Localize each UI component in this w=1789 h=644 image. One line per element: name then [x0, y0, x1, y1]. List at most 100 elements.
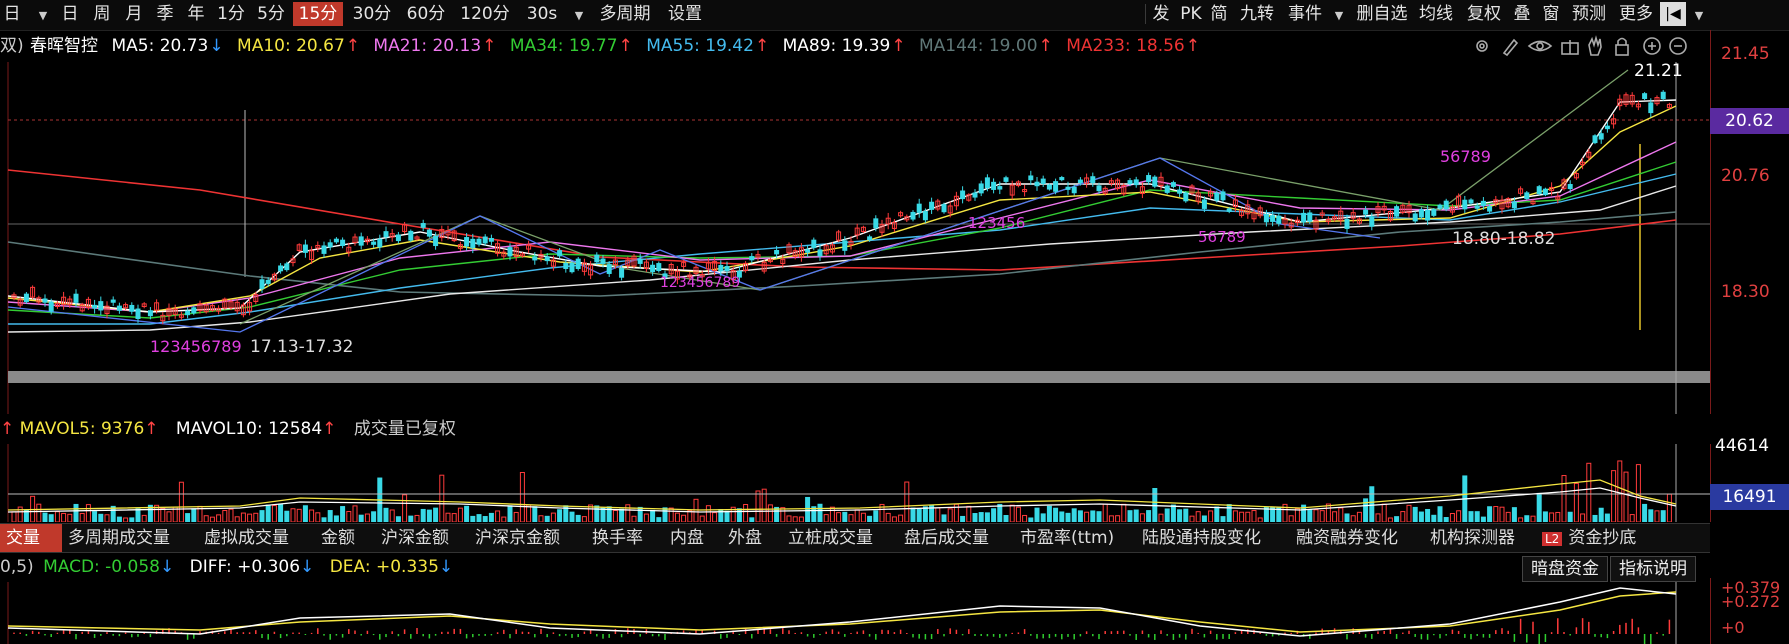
- candle: [991, 181, 997, 190]
- macd-value: MACD: -0.058: [43, 557, 160, 577]
- volume-bar: [73, 503, 79, 522]
- volume-bar: [1170, 504, 1176, 522]
- tab-l2-bottom-fishing[interactable]: L2 资金抄底: [1542, 524, 1636, 552]
- tab-sh-sz-amount[interactable]: 沪深金额: [381, 524, 449, 552]
- volume-bar: [1189, 515, 1195, 522]
- period-year-button[interactable]: 年: [182, 2, 210, 26]
- event-button[interactable]: 事件: [1282, 2, 1328, 26]
- volume-bar: [209, 516, 215, 522]
- period-day2-button[interactable]: 日: [56, 2, 84, 26]
- volume-chart[interactable]: [0, 444, 1710, 522]
- volume-bar: [904, 481, 910, 522]
- candle: [873, 218, 879, 229]
- ma5-label: MA5: 20.73: [111, 36, 209, 56]
- period-5min-button[interactable]: 5分: [253, 2, 289, 26]
- more-button[interactable]: 更多: [1614, 2, 1658, 26]
- volume-bar: [1598, 507, 1604, 522]
- period-dropdown-button[interactable]: ▼: [570, 2, 588, 26]
- multi-period-button[interactable]: 多周期: [592, 2, 658, 26]
- candlestick-chart[interactable]: 123456789 123456789 123456 56789 56789 2…: [0, 62, 1710, 414]
- remove-watchlist-button[interactable]: 删自选: [1352, 2, 1412, 26]
- volume-bar: [402, 494, 408, 522]
- candle: [569, 262, 575, 273]
- volume-bar: [61, 512, 67, 522]
- candle: [960, 190, 966, 200]
- volume-bar: [538, 515, 544, 522]
- period-week-button[interactable]: 周: [88, 2, 116, 26]
- tab-outer[interactable]: 外盘: [728, 524, 762, 552]
- tab-volume[interactable]: 交量: [0, 524, 62, 552]
- candle: [1096, 185, 1102, 192]
- period-day-button[interactable]: 日: [0, 2, 24, 26]
- volume-bar: [1381, 503, 1387, 522]
- dark-pool-funds-button[interactable]: 暗盘资金: [1522, 556, 1608, 582]
- period-15min-button[interactable]: 15分: [293, 2, 343, 26]
- period-60min-button[interactable]: 60分: [401, 2, 451, 26]
- tab-multi-period-volume[interactable]: 多周期成交量: [68, 524, 170, 552]
- tab-margin-change[interactable]: 融资融券变化: [1296, 524, 1398, 552]
- adjust-button[interactable]: 复权: [1462, 2, 1506, 26]
- collapse-dropdown-button[interactable]: ▼: [1690, 2, 1708, 26]
- window-button[interactable]: 窗: [1538, 2, 1564, 26]
- stock-name[interactable]: 春晖智控: [30, 36, 98, 56]
- collapse-left-icon[interactable]: |◀: [1660, 2, 1686, 26]
- simple-button[interactable]: 简: [1206, 2, 1232, 26]
- settings-button[interactable]: 设置: [662, 2, 708, 26]
- eye-icon[interactable]: [1527, 40, 1553, 52]
- tab-virtual-volume[interactable]: 虚拟成交量: [204, 524, 289, 552]
- tab-institution-detector[interactable]: 机构探测器: [1430, 524, 1515, 552]
- diff-line: [7, 587, 1677, 637]
- candle: [135, 308, 141, 319]
- volume-bar: [873, 510, 879, 522]
- candle: [1034, 181, 1040, 187]
- ma21-label: MA21: 20.13: [373, 36, 482, 56]
- tab-pile-volume[interactable]: 立桩成交量: [788, 524, 873, 552]
- tab-after-hours-volume[interactable]: 盘后成交量: [904, 524, 989, 552]
- volume-bar: [960, 515, 966, 522]
- toolbar-divider: [1145, 4, 1146, 24]
- zoom-out-icon[interactable]: [1669, 37, 1687, 55]
- event-dropdown-button[interactable]: ▼: [1330, 2, 1348, 26]
- tab-inner[interactable]: 内盘: [670, 524, 704, 552]
- ma-button[interactable]: 均线: [1414, 2, 1458, 26]
- period-quarter-button[interactable]: 季: [151, 2, 179, 26]
- volume-bar: [1518, 517, 1524, 522]
- tab-hk-connect-holding[interactable]: 陆股通持股变化: [1142, 524, 1261, 552]
- zoom-in-icon[interactable]: [1643, 37, 1661, 55]
- period-120min-button[interactable]: 120分: [455, 2, 515, 26]
- period-30min-button[interactable]: 30分: [347, 2, 397, 26]
- chart-tools: [1476, 35, 1687, 57]
- forecast-button[interactable]: 预测: [1567, 2, 1611, 26]
- tab-turnover[interactable]: 换手率: [592, 524, 643, 552]
- period-30s-button[interactable]: 30s: [520, 2, 564, 26]
- volume-bar: [550, 512, 556, 522]
- gear-icon[interactable]: [1476, 40, 1488, 52]
- tab-sh-sz-bj-amount[interactable]: 沪深京金额: [475, 524, 560, 552]
- candle: [1133, 179, 1139, 186]
- period-1min-button[interactable]: 1分: [213, 2, 249, 26]
- candle: [1003, 177, 1009, 182]
- volume-bar: [1474, 511, 1480, 522]
- tab-amount[interactable]: 金额: [321, 524, 355, 552]
- volume-bar: [891, 516, 897, 522]
- volume-bar: [48, 514, 54, 522]
- gift-icon[interactable]: [1561, 40, 1579, 55]
- hand-icon[interactable]: [1588, 35, 1602, 56]
- macd-axis-tick: +0.272: [1721, 592, 1781, 611]
- volume-bar: [451, 513, 457, 522]
- send-button[interactable]: 发: [1148, 2, 1174, 26]
- pen-icon[interactable]: [1502, 38, 1519, 57]
- nine-turn-button[interactable]: 九转: [1236, 2, 1278, 26]
- volume-bar: [1580, 513, 1586, 522]
- overlay-button[interactable]: 叠: [1509, 2, 1535, 26]
- lock-icon[interactable]: [1615, 37, 1629, 56]
- indicator-help-button[interactable]: 指标说明: [1610, 556, 1696, 582]
- macd-chart[interactable]: [0, 582, 1710, 644]
- tab-pe-ttm[interactable]: 市盈率(ttm): [1020, 524, 1114, 552]
- volume-bar: [1195, 511, 1201, 522]
- ma21-arrow: ↑: [482, 36, 497, 56]
- dropdown-button[interactable]: ▼: [34, 2, 52, 26]
- pk-button[interactable]: PK: [1178, 2, 1204, 26]
- mavol5-line: [7, 479, 1677, 511]
- period-month-button[interactable]: 月: [120, 2, 148, 26]
